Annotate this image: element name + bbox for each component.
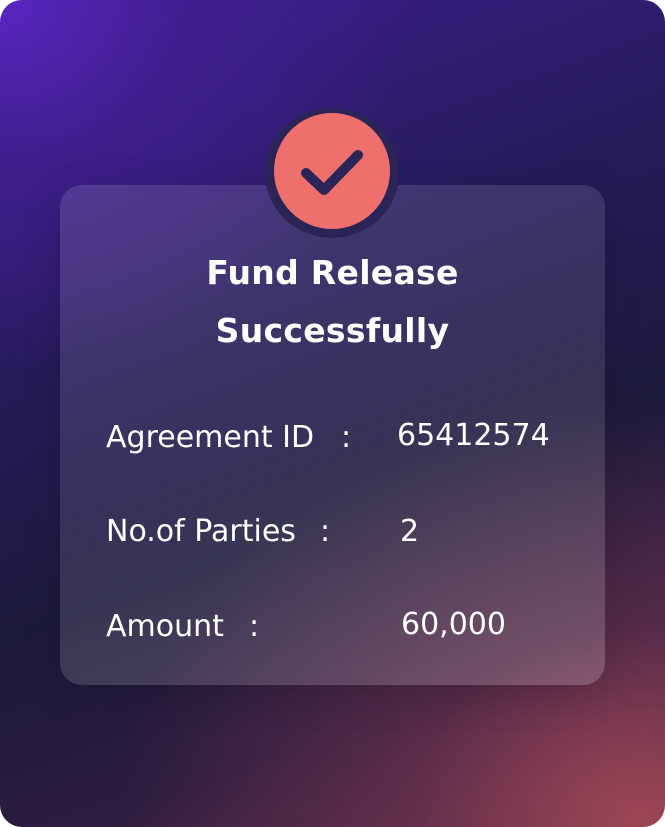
parties-value: 2 xyxy=(400,514,420,549)
amount-label: Amount xyxy=(106,609,224,644)
parties-label: No.of Parties xyxy=(106,514,296,549)
fund-release-success-screen: Fund Release Successfully Agreement ID :… xyxy=(0,0,665,827)
agreement-id-separator: : xyxy=(341,420,352,455)
amount-separator: : xyxy=(249,609,260,644)
agreement-id-value: 65412574 xyxy=(397,418,550,453)
title-line-2: Successfully xyxy=(215,311,450,350)
amount-value: 60,000 xyxy=(401,607,506,642)
parties-separator: : xyxy=(320,514,331,549)
title-line-1: Fund Release xyxy=(206,253,459,292)
agreement-id-label: Agreement ID xyxy=(106,420,315,455)
checkmark-icon xyxy=(301,150,363,195)
success-badge xyxy=(274,113,390,229)
